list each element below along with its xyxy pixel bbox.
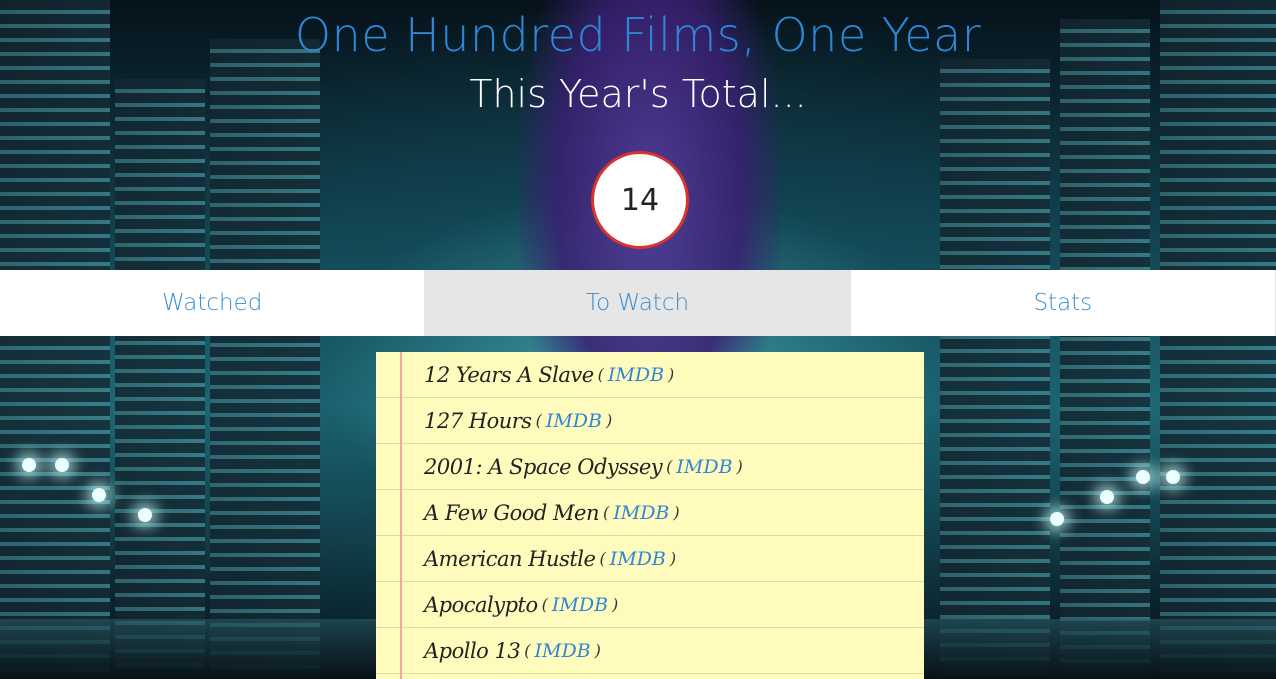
imdb-link[interactable]: IMDB [546,410,602,432]
notepad-margin-line [400,352,402,679]
close-paren: ) [736,457,743,476]
open-paren: ( [602,503,610,522]
open-paren: ( [541,595,548,614]
film-count-badge: 14 [591,151,689,249]
building-right-3 [940,59,1050,679]
list-item: A Few Good Men ( IMDB ) [376,490,924,536]
tab-bar: Watched To Watch Stats [0,270,1276,336]
list-item: 12 Years A Slave ( IMDB ) [376,352,924,398]
open-paren: ( [524,641,531,660]
imdb-link[interactable]: IMDB [534,640,590,662]
film-title: 127 Hours [424,408,532,433]
street-lamp [1100,490,1114,504]
film-title: Apocalypto [424,592,538,617]
building-right-2 [1060,19,1150,679]
street-lamp [138,508,152,522]
close-paren: ) [605,411,613,430]
list-item: Apollo 13 ( IMDB ) [376,628,924,674]
building-left-3 [210,39,320,679]
total-subtitle: This Year's Total... [469,72,807,116]
imdb-link[interactable]: IMDB [676,456,732,478]
close-paren: ) [668,365,675,384]
close-paren: ) [673,503,680,522]
header: One Hundred Films, One Year This Year's … [0,0,1276,118]
open-paren: ( [666,457,673,476]
site-title: One Hundred Films, One Year [294,8,982,62]
close-paren: ) [669,549,677,568]
film-list: 12 Years A Slave ( IMDB ) 127 Hours ( IM… [376,352,924,674]
film-title: 2001: A Space Odyssey [424,454,663,479]
list-item: Apocalypto ( IMDB ) [376,582,924,628]
tab-watched[interactable]: Watched [0,270,426,336]
open-paren: ( [535,411,542,430]
to-watch-list-panel: 12 Years A Slave ( IMDB ) 127 Hours ( IM… [376,352,924,679]
open-paren: ( [597,365,604,384]
street-lamp [22,458,36,472]
street-lamp [1136,470,1150,484]
imdb-link[interactable]: IMDB [610,548,666,570]
imdb-link[interactable]: IMDB [613,502,669,524]
imdb-link[interactable]: IMDB [608,364,664,386]
list-item: American Hustle ( IMDB ) [376,536,924,582]
film-title: American Hustle [424,546,596,571]
street-lamp [92,488,106,502]
film-title: 12 Years A Slave [424,362,594,387]
building-left-2 [115,79,205,679]
film-title: A Few Good Men [424,500,599,525]
open-paren: ( [599,549,606,568]
street-lamp [1166,470,1180,484]
street-lamp [55,458,69,472]
close-paren: ) [612,595,619,614]
imdb-link[interactable]: IMDB [552,594,608,616]
tab-stats[interactable]: Stats [850,270,1276,336]
tab-to-watch[interactable]: To Watch [425,270,851,336]
film-title: Apollo 13 [424,638,521,663]
street-lamp [1050,512,1064,526]
list-item: 127 Hours ( IMDB ) [376,398,924,444]
list-item: 2001: A Space Odyssey ( IMDB ) [376,444,924,490]
close-paren: ) [594,641,601,660]
